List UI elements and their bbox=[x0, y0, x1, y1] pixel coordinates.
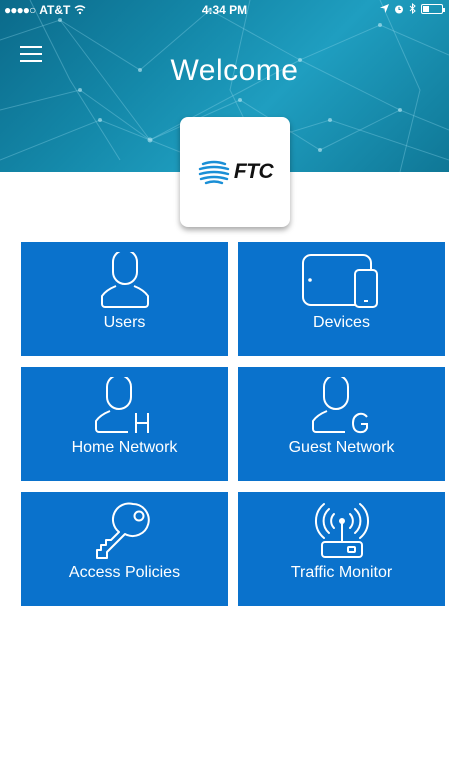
traffic-monitor-tile[interactable]: Traffic Monitor bbox=[238, 492, 445, 606]
tile-label: Devices bbox=[313, 314, 370, 331]
battery-icon bbox=[421, 3, 445, 14]
guest-network-user-icon bbox=[311, 377, 368, 434]
bluetooth-icon bbox=[409, 3, 416, 14]
ftc-logo: FTC bbox=[197, 159, 274, 185]
tile-label: Guest Network bbox=[288, 439, 395, 456]
menu-icon-bar bbox=[20, 46, 42, 48]
alarm-icon bbox=[395, 5, 403, 13]
tile-label: Access Policies bbox=[68, 564, 181, 581]
status-right bbox=[380, 3, 445, 14]
guest-network-tile[interactable]: Guest Network bbox=[238, 367, 445, 481]
tile-label: Home Network bbox=[71, 439, 178, 456]
tile-label: Traffic Monitor bbox=[290, 564, 393, 581]
devices-tile[interactable]: Devices bbox=[238, 242, 445, 356]
home-network-tile[interactable]: Home Network bbox=[21, 367, 228, 481]
app-screen: ●●●●○ AT&T 4:34 PM Welcome FTC Users Dev… bbox=[0, 0, 449, 774]
location-arrow-icon bbox=[380, 4, 389, 13]
home-network-user-icon bbox=[94, 377, 149, 433]
status-bar: ●●●●○ AT&T 4:34 PM bbox=[0, 0, 449, 20]
tile-label: Users bbox=[103, 314, 146, 331]
logo-text: FTC bbox=[233, 160, 274, 183]
user-icon bbox=[100, 252, 149, 308]
globe-logo-icon bbox=[198, 160, 230, 185]
page-title: Welcome bbox=[170, 54, 299, 87]
devices-icon bbox=[301, 254, 378, 308]
logo-card: FTC bbox=[180, 117, 290, 227]
router-icon bbox=[314, 503, 369, 558]
access-policies-tile[interactable]: Access Policies bbox=[21, 492, 228, 606]
key-icon bbox=[95, 502, 150, 559]
users-tile[interactable]: Users bbox=[21, 242, 228, 356]
